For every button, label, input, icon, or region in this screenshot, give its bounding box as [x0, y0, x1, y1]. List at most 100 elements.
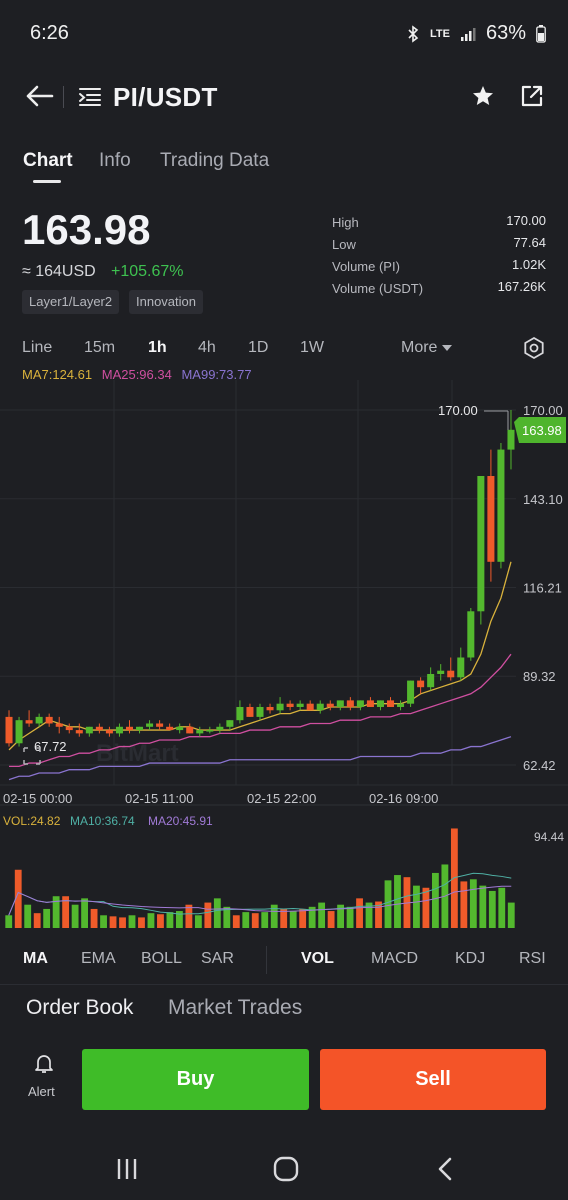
- price-axis-tick: 89.32: [523, 669, 556, 684]
- alert-label: Alert: [28, 1084, 55, 1099]
- candle-body: [65, 726, 73, 731]
- interval-4h[interactable]: 4h: [198, 339, 216, 357]
- volume-bar: [450, 828, 458, 928]
- current-price-tag: 163.98: [514, 417, 566, 443]
- volume-bar: [232, 915, 240, 928]
- vol-ma10-legend: MA10:36.74: [70, 814, 135, 828]
- candle-body: [397, 703, 405, 707]
- tag-layer[interactable]: Layer1/Layer2: [22, 290, 120, 314]
- battery-icon: [536, 24, 546, 43]
- sell-button[interactable]: Sell: [320, 1049, 546, 1110]
- indicator-macd[interactable]: MACD: [371, 950, 418, 968]
- current-price-label: 163.98: [522, 423, 562, 438]
- tab-order-book[interactable]: Order Book: [26, 996, 133, 1020]
- volume-bar: [213, 898, 221, 928]
- volume-bar: [251, 913, 259, 928]
- candle-body: [5, 716, 13, 744]
- share-icon[interactable]: [520, 84, 544, 108]
- back-nav-icon[interactable]: [437, 1157, 453, 1181]
- price-axis: 170.00 143.10 116.21 89.32 62.42: [523, 403, 563, 773]
- ma-line-ma99: [8, 736, 512, 781]
- vol-legend: VOL:24.82: [3, 814, 61, 828]
- time-axis-tick: 02-15 00:00: [3, 791, 72, 806]
- candle-body: [366, 700, 374, 707]
- tab-trading-data[interactable]: Trading Data: [160, 150, 269, 172]
- recent-apps-icon[interactable]: [116, 1158, 138, 1180]
- indicator-boll[interactable]: BOLL: [141, 950, 182, 968]
- interval-1w[interactable]: 1W: [300, 339, 324, 357]
- volume-bar: [242, 912, 250, 928]
- volume-bar: [261, 912, 269, 928]
- candles: [5, 410, 515, 747]
- volume-bar: [24, 904, 32, 928]
- more-label: More: [401, 339, 438, 356]
- volume-bar: [138, 917, 145, 928]
- chart-settings-icon[interactable]: [522, 336, 546, 360]
- candle-body: [75, 730, 83, 734]
- candle-body: [507, 429, 515, 450]
- tab-chart[interactable]: Chart: [23, 150, 73, 172]
- system-nav-bar: [0, 1140, 568, 1200]
- candle-body: [196, 730, 204, 734]
- candle-body: [246, 706, 254, 717]
- alert-button[interactable]: Alert: [24, 1049, 64, 1103]
- tag-innovation[interactable]: Innovation: [129, 290, 203, 314]
- interval-15m[interactable]: 15m: [84, 339, 115, 357]
- candle-body: [386, 700, 395, 707]
- buy-button[interactable]: Buy: [82, 1049, 309, 1110]
- star-icon[interactable]: [471, 84, 495, 108]
- candle-body: [45, 716, 53, 724]
- indicator-kdj[interactable]: KDJ: [455, 950, 485, 968]
- candle-body: [156, 723, 164, 727]
- candle-body: [266, 706, 274, 711]
- candle-body: [497, 449, 505, 562]
- stat-volume-usdt-label: Volume (USDT): [332, 281, 424, 296]
- candle-body: [447, 670, 455, 678]
- candle-body: [115, 726, 123, 734]
- network-label: LTE: [430, 27, 450, 40]
- pair-title[interactable]: PI/USDT: [113, 82, 218, 113]
- low-price-label: 67.72: [34, 739, 67, 754]
- candle-body: [226, 720, 234, 727]
- indicator-vol[interactable]: VOL: [301, 950, 334, 968]
- active-tab-underline: [33, 180, 61, 183]
- tab-info[interactable]: Info: [99, 150, 131, 172]
- pair-list-icon[interactable]: [78, 86, 102, 108]
- interval-1h[interactable]: 1h: [148, 339, 167, 357]
- candle-body: [105, 730, 113, 734]
- candle-body: [206, 730, 214, 732]
- candle-body: [236, 706, 244, 721]
- interval-line[interactable]: Line: [22, 339, 52, 357]
- time-axis-tick: 02-15 22:00: [247, 791, 316, 806]
- tab-market-trades[interactable]: Market Trades: [168, 996, 302, 1020]
- candle-body: [216, 726, 224, 731]
- volume-bar: [299, 908, 307, 928]
- interval-1d[interactable]: 1D: [248, 339, 268, 357]
- status-time: 6:26: [30, 22, 69, 44]
- stat-volume-pi-label: Volume (PI): [332, 259, 400, 274]
- volume-bar: [194, 915, 202, 928]
- candle-body: [407, 680, 415, 704]
- volume-bar: [289, 911, 297, 928]
- candle-body: [326, 703, 334, 707]
- interval-more[interactable]: More: [401, 339, 452, 357]
- candle-body: [276, 703, 284, 711]
- volume-bar: [128, 915, 136, 928]
- candle-body: [176, 726, 184, 731]
- candle-body: [95, 726, 103, 731]
- candle-body: [25, 720, 33, 724]
- indicator-rsi[interactable]: RSI: [519, 950, 546, 968]
- volume-bar: [100, 915, 107, 928]
- volume-bar: [81, 898, 89, 928]
- home-icon[interactable]: [273, 1156, 299, 1182]
- volume-bar: [43, 908, 51, 928]
- indicator-divider: [266, 946, 267, 974]
- indicator-ema[interactable]: EMA: [81, 950, 116, 968]
- time-axis-tick: 02-15 11:00: [125, 791, 193, 806]
- price-chart[interactable]: BitMart 170.00143.10116.2189.3262.42 02-…: [0, 380, 568, 940]
- indicator-ma[interactable]: MA: [23, 950, 48, 968]
- volume-bar: [71, 904, 79, 928]
- back-arrow-icon[interactable]: [24, 84, 54, 108]
- volume-bar: [346, 906, 354, 928]
- indicator-sar[interactable]: SAR: [201, 950, 234, 968]
